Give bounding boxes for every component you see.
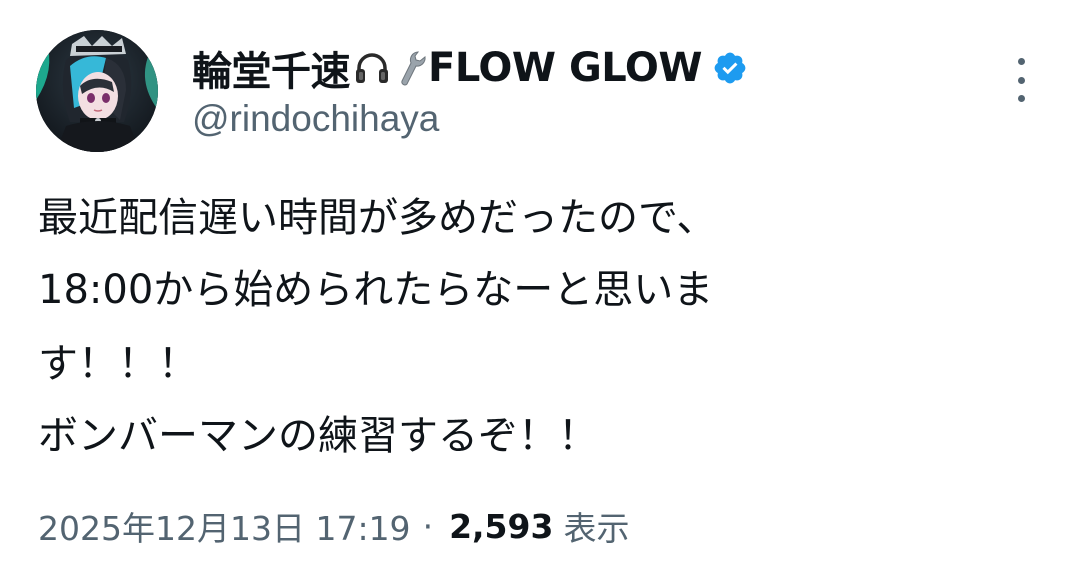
avatar-image — [36, 30, 158, 152]
headphones-icon — [352, 48, 392, 88]
views-label: 表示 — [563, 509, 630, 548]
display-name-suffix[interactable]: FLOW GLOW — [428, 45, 702, 91]
tweet-meta: 2025年12月13日 17:19 · 2,593 表示 — [38, 502, 629, 550]
wrench-icon — [394, 48, 428, 88]
tweet-text-line: す！！！ — [38, 341, 198, 387]
meta-separator: · — [422, 506, 434, 546]
avatar[interactable] — [36, 30, 158, 152]
tweet-text-line: ボンバーマンの練習するぞ！！ — [38, 413, 598, 459]
views-count: 2,593 — [449, 506, 554, 546]
more-dot-icon — [1017, 58, 1025, 65]
tweet-text-line: 最近配信遅い時間が多めだったので、 — [38, 195, 717, 241]
tweet-text-line: 18:00から始められたらなーと思いま — [38, 267, 714, 313]
author-name-row[interactable]: 輪堂千速 FLOW GLOW — [192, 40, 748, 96]
display-name[interactable]: 輪堂千速 — [192, 39, 351, 97]
verified-badge-icon[interactable] — [712, 50, 748, 86]
more-options-button[interactable] — [1004, 58, 1038, 102]
more-dot-icon — [1017, 95, 1025, 102]
timestamp-link[interactable]: 2025年12月13日 17:19 — [38, 502, 411, 550]
more-dot-icon — [1017, 76, 1025, 84]
author-handle[interactable]: @rindochihaya — [192, 98, 439, 140]
